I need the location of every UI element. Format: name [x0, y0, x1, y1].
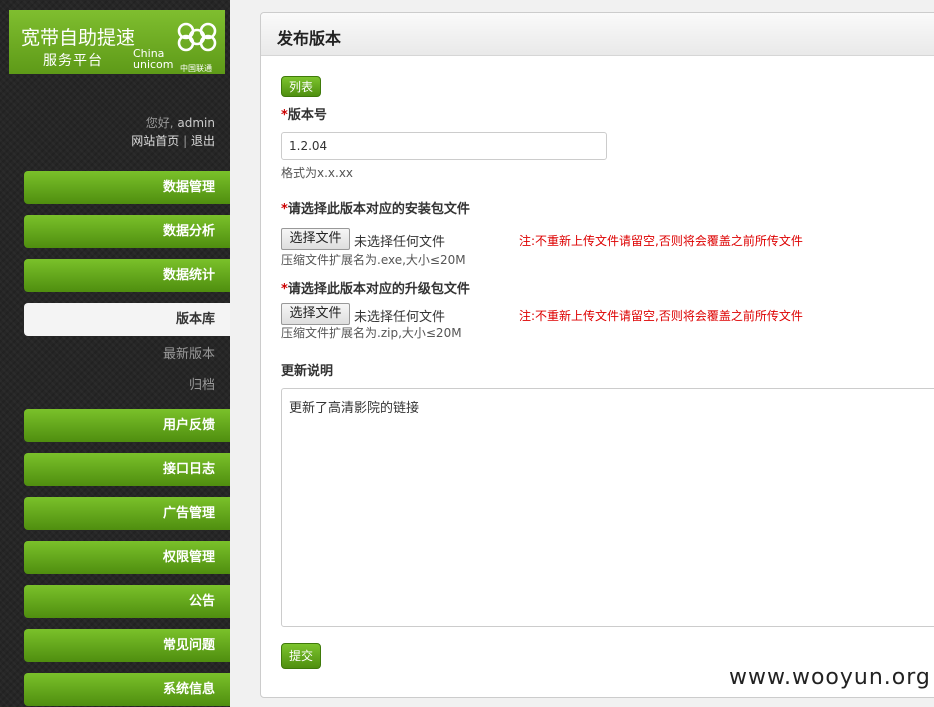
greeting: 您好, — [145, 116, 174, 130]
notes-textarea[interactable]: 更新了高清影院的链接 — [281, 388, 934, 627]
subnav-latest-version[interactable]: 最新版本 — [163, 343, 215, 362]
user-info: 您好, admin 网站首页 | 退出 — [131, 114, 215, 150]
upgrade-warning: 注:不重新上传文件请留空,否则将会覆盖之前所传文件 — [519, 309, 803, 323]
version-hint: 格式为x.x.xx — [281, 166, 354, 180]
nav-ads[interactable]: 广告管理 — [24, 497, 230, 530]
nav-data-manage[interactable]: 数据管理 — [24, 171, 230, 204]
watermark: www.wooyun.org — [729, 665, 931, 690]
unicom-knot-icon — [177, 22, 217, 52]
nav-api-log[interactable]: 接口日志 — [24, 453, 230, 486]
nav-notice[interactable]: 公告 — [24, 585, 230, 618]
logout-link[interactable]: 退出 — [191, 134, 215, 148]
page-title: 发布版本 — [277, 29, 342, 48]
version-label: *版本号 — [281, 108, 327, 123]
install-choose-file-button[interactable]: 选择文件 — [281, 228, 350, 250]
submit-button[interactable]: 提交 — [281, 643, 321, 669]
nav-data-stats[interactable]: 数据统计 — [24, 259, 230, 292]
install-file-status: 未选择任何文件 — [354, 235, 446, 250]
nav-faq[interactable]: 常见问题 — [24, 629, 230, 662]
install-package-label: *请选择此版本对应的安装包文件 — [281, 202, 470, 217]
logo-title: 宽带自助提速 — [21, 27, 136, 49]
upgrade-file-status: 未选择任何文件 — [354, 310, 446, 325]
notes-label: 更新说明 — [281, 364, 334, 379]
upgrade-package-label: *请选择此版本对应的升级包文件 — [281, 282, 470, 297]
link-separator: | — [183, 134, 188, 148]
logo-cn-name: 中国联通 — [180, 64, 212, 73]
version-input[interactable]: 1.2.04 — [281, 132, 607, 160]
install-warning: 注:不重新上传文件请留空,否则将会覆盖之前所传文件 — [519, 234, 803, 248]
nav-system-info[interactable]: 系统信息 — [24, 673, 230, 706]
nav-feedback[interactable]: 用户反馈 — [24, 409, 230, 442]
nav-data-analysis[interactable]: 数据分析 — [24, 215, 230, 248]
publish-panel: 发布版本 列表 *版本号 1.2.04 格式为x.x.xx *请选择此版本对应的… — [260, 12, 934, 698]
upgrade-choose-file-button[interactable]: 选择文件 — [281, 303, 350, 325]
nav-version-lib[interactable]: 版本库 — [24, 303, 230, 336]
list-button[interactable]: 列表 — [281, 76, 321, 97]
nav-permissions[interactable]: 权限管理 — [24, 541, 230, 574]
upgrade-hint: 压缩文件扩展名为.zip,大小≤20M — [281, 326, 462, 340]
sidebar: 宽带自助提速 服务平台 China unicom 中国联通 您好, admin 网… — [0, 0, 230, 707]
logo-subtitle: 服务平台 — [43, 53, 103, 69]
home-link[interactable]: 网站首页 — [131, 134, 179, 148]
subnav-archive[interactable]: 归档 — [189, 374, 215, 393]
logo-wordmark: China unicom — [133, 47, 174, 71]
logo: 宽带自助提速 服务平台 China unicom 中国联通 — [9, 10, 225, 74]
panel-header — [261, 13, 934, 56]
username: admin — [177, 116, 215, 130]
install-hint: 压缩文件扩展名为.exe,大小≤20M — [281, 253, 466, 267]
